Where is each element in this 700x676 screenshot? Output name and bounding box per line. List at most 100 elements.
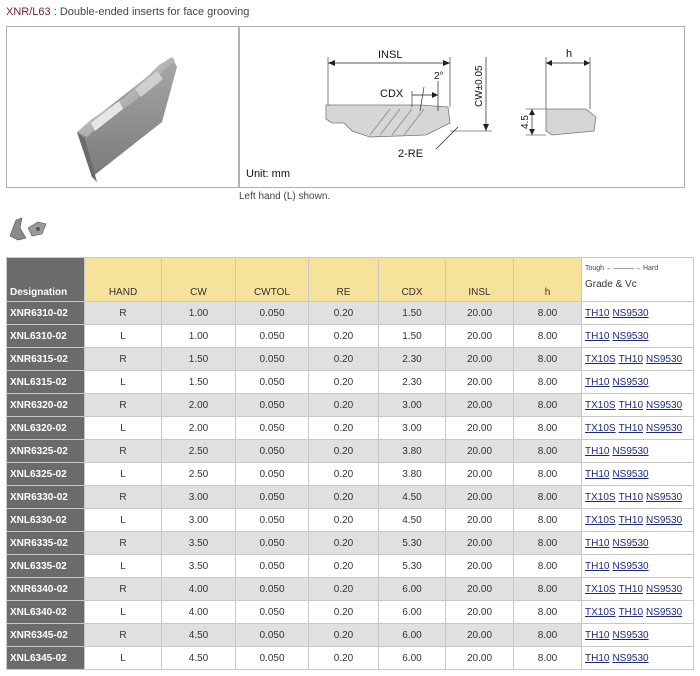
insl-cell: 20.00 (445, 439, 514, 463)
grade-link[interactable]: TH10 (585, 331, 609, 342)
grade-cell: TH10 NS9530 (581, 646, 694, 670)
grade-link[interactable]: TH10 (619, 354, 643, 365)
grade-link[interactable]: NS9530 (612, 538, 648, 549)
grade-link[interactable]: TH10 (585, 561, 609, 572)
grade-link[interactable]: TX10S (585, 423, 616, 434)
cw-cell: 4.50 (161, 623, 236, 647)
grade-link[interactable]: TX10S (585, 492, 616, 503)
grade-link[interactable]: TH10 (585, 308, 609, 319)
grade-link[interactable]: TH10 (585, 653, 609, 664)
grade-link[interactable]: TH10 (585, 469, 609, 480)
h-label: h (566, 48, 572, 60)
cwtol-cell: 0.050 (235, 600, 309, 624)
cw-label: CW±0.05 (474, 65, 485, 107)
grade-link[interactable]: TH10 (619, 492, 643, 503)
h-cell: 8.00 (513, 531, 582, 555)
hand-cell: L (84, 324, 162, 348)
cdx-label: CDX (380, 88, 404, 100)
h-cell: 8.00 (513, 324, 582, 348)
h-cell: 8.00 (513, 462, 582, 486)
grade-link[interactable]: NS9530 (612, 630, 648, 641)
insl-cell: 20.00 (445, 324, 514, 348)
grade-link[interactable]: NS9530 (612, 308, 648, 319)
hand-cell: R (84, 485, 162, 509)
re-label: 2-RE (398, 148, 423, 160)
grade-link[interactable]: NS9530 (612, 469, 648, 480)
grade-link[interactable]: NS9530 (612, 653, 648, 664)
grade-link[interactable]: NS9530 (612, 446, 648, 457)
grade-cell: TX10S TH10 NS9530 (581, 577, 694, 601)
cdx-cell: 6.00 (378, 577, 446, 601)
cw-cell: 1.00 (161, 324, 236, 348)
table-row: XNR6330-02 R 3.00 0.050 0.20 4.50 20.00 8.00 TX1… (6, 485, 694, 509)
re-cell: 0.20 (308, 462, 379, 486)
re-cell: 0.20 (308, 439, 379, 463)
re-cell: 0.20 (308, 600, 379, 624)
hand-cell: R (84, 347, 162, 371)
insl-cell: 20.00 (445, 623, 514, 647)
cdx-cell: 3.00 (378, 393, 446, 417)
grade-link[interactable]: NS9530 (612, 331, 648, 342)
cw-cell: 3.50 (161, 531, 236, 555)
hand-cell: L (84, 416, 162, 440)
column-header-cwtol: CWTOL (235, 257, 309, 302)
grade-cell: TH10 NS9530 (581, 531, 694, 555)
grade-link[interactable]: NS9530 (646, 584, 682, 595)
insl-cell: 20.00 (445, 531, 514, 555)
grade-cell: TH10 NS9530 (581, 370, 694, 394)
re-cell: 0.20 (308, 485, 379, 509)
cw-cell: 4.00 (161, 600, 236, 624)
cw-cell: 1.50 (161, 347, 236, 371)
cw-cell: 2.50 (161, 462, 236, 486)
grade-link[interactable]: TH10 (619, 423, 643, 434)
grade-link[interactable]: TX10S (585, 354, 616, 365)
grade-link[interactable]: TH10 (619, 400, 643, 411)
grade-link[interactable]: TX10S (585, 584, 616, 595)
grade-link[interactable]: NS9530 (646, 400, 682, 411)
grade-link[interactable]: TH10 (585, 377, 609, 388)
cdx-cell: 1.50 (378, 301, 446, 325)
table-row: XNL6330-02 L 3.00 0.050 0.20 4.50 20.00 8.00 TX1… (6, 508, 694, 532)
grade-link[interactable]: TH10 (619, 515, 643, 526)
grade-link[interactable]: TH10 (585, 446, 609, 457)
insl-cell: 20.00 (445, 393, 514, 417)
grade-cell: TH10 NS9530 (581, 439, 694, 463)
cwtol-cell: 0.050 (235, 554, 309, 578)
grade-cell: TX10S TH10 NS9530 (581, 347, 694, 371)
grade-link[interactable]: NS9530 (612, 377, 648, 388)
grade-link[interactable]: NS9530 (646, 515, 682, 526)
re-cell: 0.20 (308, 531, 379, 555)
grade-link[interactable]: NS9530 (646, 492, 682, 503)
grade-link[interactable]: NS9530 (646, 354, 682, 365)
insert-image (77, 57, 177, 182)
grade-link[interactable]: NS9530 (612, 561, 648, 572)
cdx-cell: 6.00 (378, 623, 446, 647)
hand-cell: R (84, 577, 162, 601)
insert-spec-table: Designation HAND CW CWTOL RE CDX INSL h … (6, 257, 694, 670)
grade-link[interactable]: TH10 (585, 538, 609, 549)
designation-cell: XNR6330-02 (6, 485, 85, 509)
grade-link[interactable]: NS9530 (646, 607, 682, 618)
grade-link[interactable]: TX10S (585, 515, 616, 526)
insert-thumbnail-icon (9, 217, 47, 241)
table-row: XNR6345-02 R 4.50 0.050 0.20 6.00 20.00 8.00 TH1… (6, 623, 694, 647)
grade-cell: TX10S TH10 NS9530 (581, 600, 694, 624)
cw-cell: 1.00 (161, 301, 236, 325)
cwtol-cell: 0.050 (235, 531, 309, 555)
table-row: XNL6310-02 L 1.00 0.050 0.20 1.50 20.00 8.00 TH1… (6, 324, 694, 348)
grade-link[interactable]: NS9530 (646, 423, 682, 434)
designation-cell: XNL6335-02 (6, 554, 85, 578)
hand-cell: L (84, 462, 162, 486)
grade-link[interactable]: TX10S (585, 400, 616, 411)
grade-link[interactable]: TH10 (619, 584, 643, 595)
grade-cell: TH10 NS9530 (581, 462, 694, 486)
re-cell: 0.20 (308, 347, 379, 371)
grade-link[interactable]: TH10 (619, 607, 643, 618)
grade-link[interactable]: TX10S (585, 607, 616, 618)
figure-caption: Left hand (L) shown. (239, 191, 331, 202)
re-cell: 0.20 (308, 416, 379, 440)
grade-link[interactable]: TH10 (585, 630, 609, 641)
column-header-hand: HAND (84, 257, 162, 302)
re-cell: 0.20 (308, 508, 379, 532)
title-separator: : (50, 6, 60, 18)
